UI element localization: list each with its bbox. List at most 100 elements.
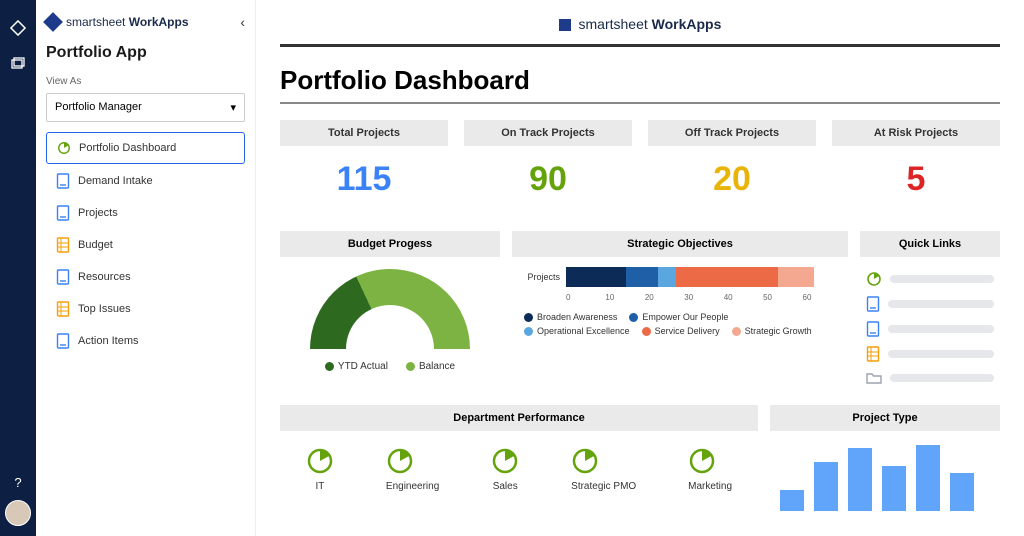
chart-bar [848,448,872,511]
stat-label: At Risk Projects [832,120,1000,146]
dept-label: Strategic PMO [571,481,636,492]
brand-mark-icon [43,12,63,32]
sidebar-item-label: Portfolio Dashboard [79,142,176,154]
dept-label: IT [306,481,334,492]
bar-segment [566,267,626,287]
panel-budget: Budget Progess YTD ActualBalance [280,231,500,389]
link-placeholder [890,275,994,283]
dept-label: Marketing [688,481,732,492]
doc-icon [56,206,70,220]
stat-card: On Track Projects90 [464,120,632,213]
ptype-title: Project Type [770,405,1000,431]
view-as-label: View As [46,76,245,87]
legend-item: Operational Excellence [524,326,630,336]
bar-segment [626,267,658,287]
stat-label: On Track Projects [464,120,632,146]
budget-legend: YTD Actual Balance [280,361,500,372]
panel-project-type: Project Type [770,405,1000,511]
app-name: Portfolio App [46,44,245,62]
stat-card: Total Projects115 [280,120,448,213]
budget-chart [310,269,470,351]
strategic-legend: Broaden Awareness Empower Our People Opera… [518,312,842,336]
chart-bar [950,473,974,512]
doc-icon [56,270,70,284]
quick-link-item[interactable] [866,271,994,287]
top-brand: smartsheet WorkApps [280,16,1000,47]
sidebar-item-action-items[interactable]: Action Items [46,326,245,356]
panel-department: Department Performance IT Engineering Sale… [280,405,758,511]
sidebar-collapse-icon[interactable]: ‹ [240,14,245,30]
sidebar-item-demand-intake[interactable]: Demand Intake [46,166,245,196]
pie-icon [688,447,732,475]
pie-icon [491,447,519,475]
strategic-axis: 0102030405060 [518,293,842,302]
sidebar-item-label: Action Items [78,335,139,347]
stat-card: Off Track Projects20 [648,120,816,213]
dept-item[interactable]: Sales [491,447,519,492]
sidebar-item-label: Top Issues [78,303,131,315]
legend-item: YTD Actual [325,361,388,372]
sidebar-item-budget[interactable]: Budget [46,230,245,260]
sidebar-item-top-issues[interactable]: Top Issues [46,294,245,324]
legend-item: Strategic Growth [732,326,812,336]
doc-icon [866,321,880,337]
dept-item[interactable]: IT [306,447,334,492]
legend-item: Empower Our People [629,312,728,322]
sidebar: smartsheet WorkApps ‹ Portfolio App View… [36,0,256,536]
strategic-bar [566,267,842,287]
chart-bar [916,445,940,512]
stat-label: Total Projects [280,120,448,146]
stats-row: Total Projects115On Track Projects90Off … [280,120,1000,213]
chart-bar [780,490,804,511]
pie-icon [306,447,334,475]
doc-icon [56,174,70,188]
panel-quick-links: Quick Links [860,231,1000,389]
folder-icon [866,371,882,385]
bar-segment [658,267,676,287]
help-icon[interactable]: ? [8,472,28,492]
page-title: Portfolio Dashboard [280,65,1000,96]
quick-link-item[interactable] [866,371,994,385]
dept-item[interactable]: Marketing [688,447,732,492]
sidebar-item-resources[interactable]: Resources [46,262,245,292]
bar-segment [778,267,815,287]
sheet-icon [56,238,70,252]
legend-item: Balance [406,361,455,372]
stat-card: At Risk Projects5 [832,120,1000,213]
pie-icon [386,447,439,475]
sheet-icon [56,302,70,316]
dept-item[interactable]: Engineering [386,447,439,492]
dept-label: Engineering [386,481,439,492]
sidebar-item-label: Resources [78,271,131,283]
sheet-icon [866,346,880,362]
view-as-select[interactable]: Portfolio Manager ▾ [46,93,245,122]
avatar[interactable] [5,500,31,526]
dept-title: Department Performance [280,405,758,431]
stat-value: 90 [464,146,632,213]
chevron-down-icon: ▾ [230,101,236,114]
sidebar-item-label: Demand Intake [78,175,153,187]
doc-icon [56,334,70,348]
sidebar-item-projects[interactable]: Projects [46,198,245,228]
view-as-value: Portfolio Manager [55,101,142,114]
sidebar-item-portfolio-dashboard[interactable]: Portfolio Dashboard [46,132,245,164]
bar-segment [676,267,777,287]
quick-link-item[interactable] [866,296,994,312]
stat-value: 5 [832,146,1000,213]
dept-item[interactable]: Strategic PMO [571,447,636,492]
chart-bar [882,466,906,512]
quick-links-title: Quick Links [860,231,1000,257]
legend-item: Broaden Awareness [524,312,617,322]
left-rail: ? [0,0,36,536]
stat-value: 20 [648,146,816,213]
ptype-chart [770,441,1000,511]
quick-link-item[interactable] [866,346,994,362]
strategic-row-label: Projects [518,272,560,282]
link-placeholder [888,300,994,308]
rail-apps-icon[interactable] [8,18,28,38]
quick-link-item[interactable] [866,321,994,337]
link-placeholder [888,350,994,358]
rail-layers-icon[interactable] [8,54,28,74]
stat-label: Off Track Projects [648,120,816,146]
legend-item: Service Delivery [642,326,720,336]
